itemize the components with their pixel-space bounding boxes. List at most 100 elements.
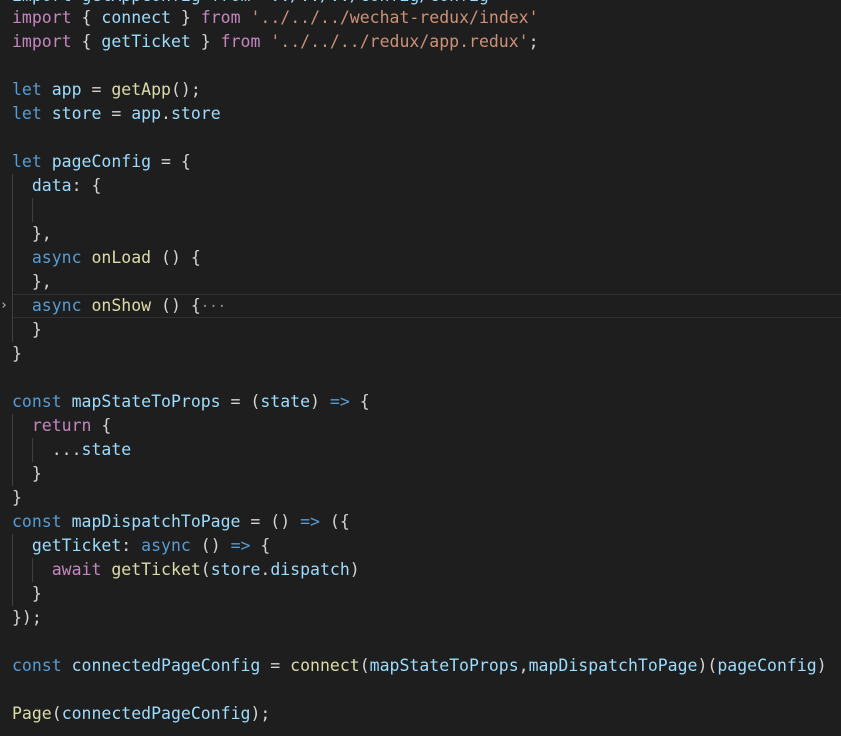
code-line: data: { [12,174,102,198]
code-token: ({ [319,512,350,531]
code-token: store [210,560,261,579]
code-token: ) [816,656,827,675]
code-token: mapDispatchToPage [71,512,241,531]
code-token: mapDispatchToPage [528,656,698,675]
code-token: { [71,8,102,27]
code-token: = () [240,512,301,531]
code-token: { [71,32,102,51]
code-token: { [91,416,112,435]
code-token: ); [250,704,271,723]
code-token: let [12,80,42,99]
code-token: state [260,392,311,411]
code-token: { [349,392,370,411]
code-token: . [260,560,271,579]
code-token: , [518,656,529,675]
code-token: from [200,8,241,27]
code-token: const [12,392,62,411]
code-token: getApp [111,80,171,99]
code-line: } [12,582,42,606]
code-token: connect [290,656,360,675]
code-token: store [51,104,102,123]
code-token: let [12,152,42,171]
code-token: const [12,656,62,675]
code-token: = [101,104,132,123]
code-token: } [12,344,22,363]
code-line: async onLoad () { [12,246,201,270]
code-token: async [31,248,82,267]
code-token: => [300,512,320,531]
code-token: = { [151,152,191,171]
code-token: let [12,104,42,123]
code-token: } [12,584,42,603]
code-token: ( [200,560,211,579]
code-token: : { [71,176,102,195]
code-token: (); [170,80,201,99]
code-line: const mapStateToProps = (state) => { [12,390,370,414]
code-token: state [81,440,132,459]
code-token: data [31,176,72,195]
code-token: } [12,464,42,483]
code-line: }); [12,606,42,630]
code-token: import [12,8,72,27]
code-token: '../../../redux/app.redux' [270,32,529,51]
code-line: } [12,342,22,366]
code-token: => [230,536,251,555]
code-line: return { [12,414,111,438]
code-line: async onShow () {··· [12,294,226,318]
code-token: ... [12,440,82,459]
code-token: mapStateToProps [71,392,221,411]
code-token: { [250,536,271,555]
code-token: onLoad [91,248,152,267]
code-token: mapStateToProps [369,656,519,675]
code-token: ) [349,560,360,579]
code-token: }, [12,272,52,291]
code-line: } [12,486,22,510]
code-token: getTicket [31,536,122,555]
code-token: : [121,536,142,555]
code-line: let store = app.store [12,102,221,126]
code-line: Page(connectedPageConfig); [12,702,270,726]
code-token: return [31,416,92,435]
code-token: ) [310,392,330,411]
code-token: app [131,104,162,123]
indent-guide [32,198,33,222]
code-line: }, [12,222,52,246]
code-token: } [190,32,221,51]
code-token: connectedPageConfig [61,704,251,723]
fold-ellipsis-icon[interactable]: ··· [201,300,226,314]
code-token: }); [12,608,42,627]
code-token: )( [697,656,718,675]
code-token: ( [359,656,370,675]
code-line: }, [12,270,52,294]
code-token: ( [51,704,62,723]
fold-chevron-icon[interactable]: › [0,294,8,318]
code-editor[interactable]: import getAppConfig from '../../../confi… [0,0,841,736]
code-token: const [12,512,62,531]
code-token: await [51,560,102,579]
code-token: async [31,296,82,315]
code-line: ...state [12,438,131,462]
code-token: } [12,320,42,339]
code-token: } [12,488,22,507]
code-token: => [329,392,350,411]
code-token: = ( [220,392,261,411]
code-token: pageConfig [717,656,817,675]
code-token: () { [151,248,201,267]
code-token: } [170,8,201,27]
code-token: import [12,32,72,51]
code-token: store [170,104,221,123]
